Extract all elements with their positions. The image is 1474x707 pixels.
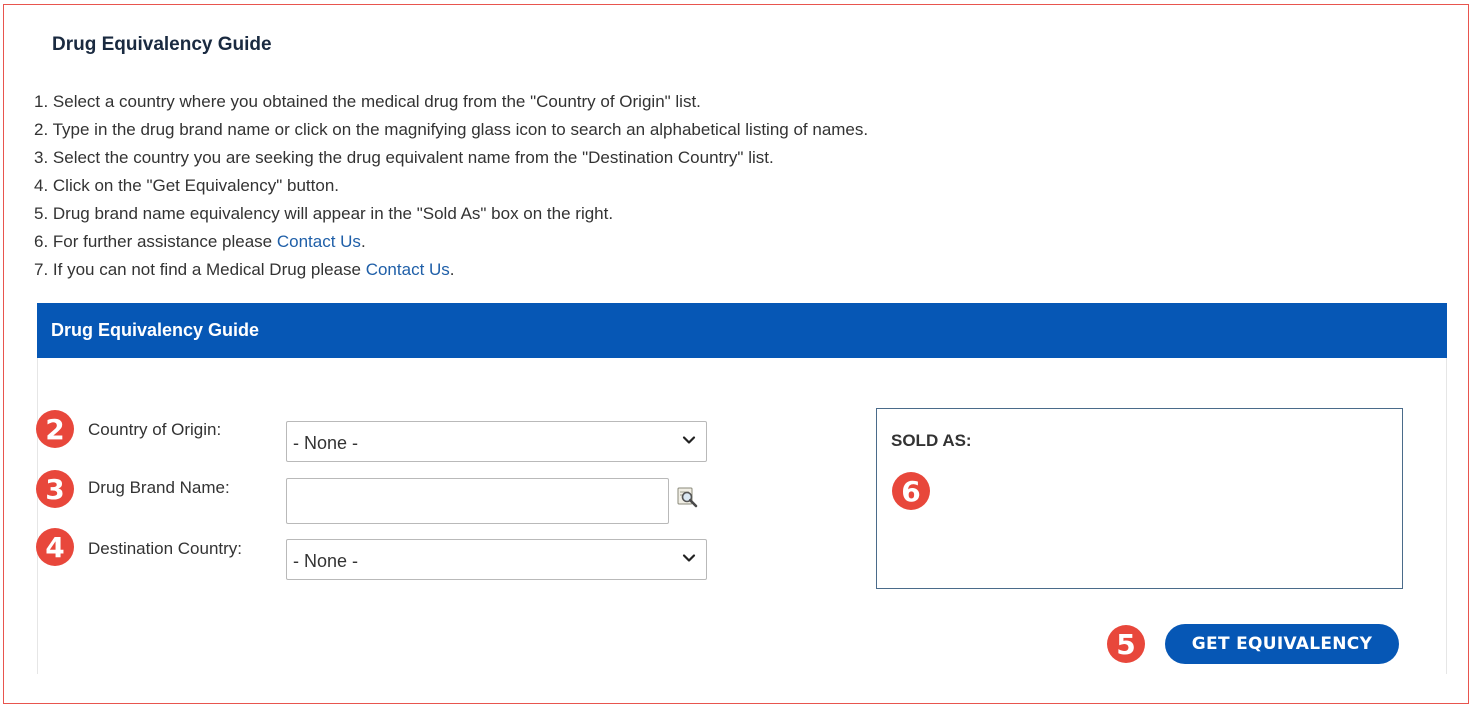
chevron-down-icon xyxy=(682,554,696,562)
chevron-down-icon xyxy=(682,436,696,444)
instruction-item: 5. Drug brand name equivalency will appe… xyxy=(34,200,868,228)
instruction-text: 2. Type in the drug brand name or click … xyxy=(34,120,869,139)
instruction-item: 1. Select a country where you obtained t… xyxy=(34,88,868,116)
panel-header: Drug Equivalency Guide xyxy=(37,303,1447,358)
instruction-item: 3. Select the country you are seeking th… xyxy=(34,144,868,172)
panel-title: Drug Equivalency Guide xyxy=(51,320,260,340)
instruction-text: 1. Select a country where you obtained t… xyxy=(34,92,701,111)
instruction-text: 4. Click on the "Get Equivalency" button… xyxy=(34,176,340,195)
instruction-text: 7. If you can not find a Medical Drug pl… xyxy=(34,260,366,279)
get-equivalency-button[interactable]: GET EQUIVALENCY xyxy=(1165,624,1399,664)
instruction-text-end: . xyxy=(449,260,455,279)
step-marker-3: 3 xyxy=(36,470,74,508)
instruction-list: 1. Select a country where you obtained t… xyxy=(34,88,868,284)
step-marker-6: 6 xyxy=(892,472,930,510)
destination-country-label: Destination Country: xyxy=(88,539,243,558)
step-marker-4: 4 xyxy=(36,528,74,566)
country-of-origin-value: - None - xyxy=(293,433,359,453)
magnifier-lookup-icon[interactable] xyxy=(677,486,699,508)
instruction-text: 3. Select the country you are seeking th… xyxy=(34,148,774,167)
instruction-text: 5. Drug brand name equivalency will appe… xyxy=(34,204,614,223)
instruction-text-end: . xyxy=(360,232,366,251)
contact-us-link[interactable]: Contact Us xyxy=(277,232,361,251)
sold-as-label: SOLD AS: xyxy=(891,431,972,450)
drug-brand-name-input[interactable] xyxy=(286,478,669,524)
country-of-origin-select[interactable]: - None - xyxy=(286,421,707,462)
instruction-item: 7. If you can not find a Medical Drug pl… xyxy=(34,256,868,284)
drug-brand-name-label: Drug Brand Name: xyxy=(88,478,230,497)
country-of-origin-label: Country of Origin: xyxy=(88,420,222,439)
instruction-item: 4. Click on the "Get Equivalency" button… xyxy=(34,172,868,200)
destination-country-value: - None - xyxy=(293,551,359,571)
page-title: Drug Equivalency Guide xyxy=(52,34,272,55)
instruction-item: 2. Type in the drug brand name or click … xyxy=(34,116,868,144)
destination-country-select[interactable]: - None - xyxy=(286,539,707,580)
instruction-item: 6. For further assistance please Contact… xyxy=(34,228,868,256)
step-marker-5: 5 xyxy=(1107,625,1145,663)
step-marker-2: 2 xyxy=(36,410,74,448)
sold-as-box: SOLD AS: xyxy=(876,408,1403,589)
instruction-text: 6. For further assistance please xyxy=(34,232,277,251)
contact-us-link[interactable]: Contact Us xyxy=(366,260,450,279)
